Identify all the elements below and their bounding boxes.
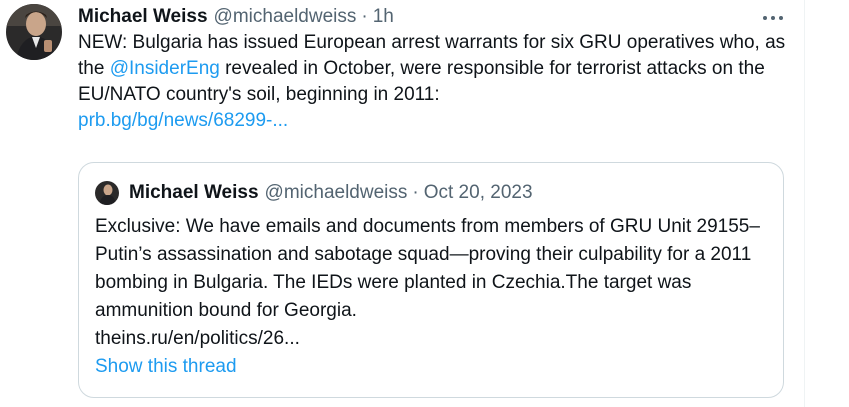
quoted-author-name: Michael Weiss [129,182,259,203]
show-thread-link[interactable]: Show this thread [95,356,237,378]
quoted-link: theins.ru/en/politics/26... [95,328,300,349]
separator-dot: · [361,6,368,27]
quoted-separator-dot: · [412,182,419,203]
tweet-time[interactable]: 1h [373,6,394,28]
tweet[interactable]: Michael Weiss @michaeldweiss · 1h NEW: B… [78,4,790,134]
timeline-border [804,0,805,407]
quoted-author-handle: @michaeldweiss [264,182,408,203]
author-handle[interactable]: @michaeldweiss [214,6,357,28]
more-horizontal-icon [760,15,786,32]
quoted-tweet-header: Michael Weiss @michaeldweiss · Oct 20, 2… [95,179,533,207]
quoted-tweet-text: Exclusive: We have emails and documents … [95,213,775,353]
quoted-avatar [95,181,119,205]
article-link[interactable]: prb.bg/bg/news/68299-... [78,110,288,131]
mention-link[interactable]: @InsiderEng [110,58,220,79]
quoted-tweet[interactable]: Michael Weiss @michaeldweiss · Oct 20, 2… [78,162,784,398]
quoted-date: Oct 20, 2023 [423,182,533,203]
tweet-text: NEW: Bulgaria has issued European arrest… [78,30,790,134]
author-name[interactable]: Michael Weiss [78,6,208,28]
tweet-header: Michael Weiss @michaeldweiss · 1h [78,4,790,30]
avatar[interactable] [6,4,62,60]
quoted-text-body: Exclusive: We have emails and documents … [95,216,760,321]
more-options-button[interactable] [760,8,786,28]
